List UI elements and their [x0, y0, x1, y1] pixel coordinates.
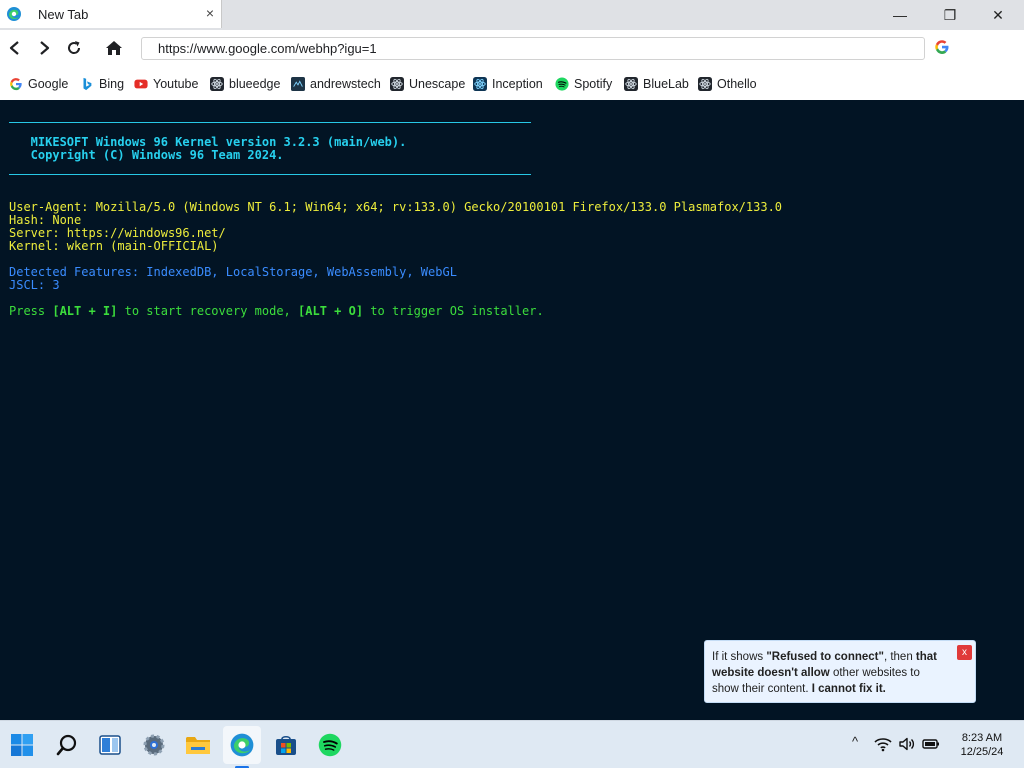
react-icon [698, 77, 712, 91]
bookmarks-bar: Google Bing Youtube blueedge andrewstech [0, 66, 1024, 100]
user-agent-line: User-Agent: Mozilla/5.0 (Windows NT 6.1;… [9, 200, 783, 214]
installer-key-hint: [ALT + O] [298, 304, 364, 318]
clock-date: 12/25/24 [960, 746, 1004, 758]
tab-new-tab[interactable]: New Tab × [0, 0, 222, 28]
taskbar-search-button[interactable] [48, 726, 86, 764]
youtube-icon [134, 79, 148, 89]
url-input[interactable] [142, 38, 924, 59]
bookmark-label: Youtube [153, 77, 199, 91]
boot-prompt-line: Press [ALT + I] to start recovery mode, … [9, 305, 544, 318]
spotify-icon [555, 77, 569, 91]
edge-icon [230, 733, 254, 757]
bookmark-label: Othello [717, 77, 757, 91]
back-icon[interactable] [5, 38, 25, 58]
taskbar-settings[interactable] [135, 726, 173, 764]
taskbar-spotify[interactable] [311, 726, 349, 764]
bookmark-google[interactable]: Google [9, 76, 68, 92]
spotify-icon [318, 733, 342, 757]
react-icon [473, 77, 487, 91]
show-hidden-icons-button[interactable]: ^ [846, 734, 864, 752]
bookmark-othello[interactable]: Othello [698, 76, 757, 92]
bookmark-spotify[interactable]: Spotify [555, 76, 612, 92]
home-icon[interactable] [104, 38, 124, 58]
title-bar: New Tab × — ❐ ✕ [0, 0, 1024, 30]
bookmark-unescape[interactable]: Unescape [390, 76, 465, 92]
tab-close-button[interactable]: × [203, 5, 217, 21]
battery-icon[interactable] [922, 735, 940, 753]
google-search-icon[interactable] [934, 39, 950, 55]
reload-icon[interactable] [64, 38, 84, 58]
page-viewport[interactable]: MIKESOFT Windows 96 Kernel version 3.2.3… [0, 100, 1024, 720]
taskbar-file-explorer[interactable] [179, 726, 217, 764]
bookmark-label: Bing [99, 77, 125, 91]
notice-text: , then [883, 651, 916, 663]
notice-text: If it shows [712, 651, 767, 663]
react-icon [390, 77, 404, 91]
notice-text: I cannot fix it. [811, 683, 886, 695]
taskbar: ^ 8:23 AM 12/25/24 [0, 720, 1024, 768]
kernel-line: Kernel: wkern (main-OFFICIAL) [9, 239, 219, 253]
bing-icon [83, 77, 92, 91]
banner-divider-top [9, 122, 531, 123]
bookmark-bing[interactable]: Bing [80, 76, 124, 92]
address-bar[interactable] [141, 37, 925, 60]
task-view-icon [99, 735, 121, 755]
task-view-button[interactable] [91, 726, 129, 764]
taskbar-edge[interactable] [223, 726, 261, 764]
prompt-text: to start recovery mode, [117, 304, 299, 318]
banner-line-2: Copyright (C) Windows 96 Team 2024. [9, 148, 284, 162]
bookmark-label: andrewstech [310, 77, 381, 91]
bookmark-label: Unescape [409, 77, 466, 91]
close-window-button[interactable]: ✕ [985, 4, 1011, 26]
bookmark-label: BlueLab [643, 77, 689, 91]
folder-icon [186, 737, 210, 754]
wifi-icon[interactable] [874, 735, 892, 753]
features-line: Detected Features: IndexedDB, LocalStora… [9, 265, 457, 279]
recovery-key-hint: [ALT + I] [52, 304, 118, 318]
banner-divider-bottom [9, 174, 531, 175]
taskbar-clock[interactable]: 8:23 AM 12/25/24 [952, 731, 1012, 759]
react-icon [210, 77, 224, 91]
clock-time: 8:23 AM [961, 732, 1003, 744]
taskbar-store[interactable] [267, 726, 305, 764]
andrewstech-icon [291, 77, 305, 91]
notice-close-button[interactable]: x [957, 645, 972, 660]
bookmark-bluelab[interactable]: BlueLab [624, 76, 689, 92]
bookmark-andrewstech[interactable]: andrewstech [291, 76, 381, 92]
bookmark-blueedge[interactable]: blueedge [210, 76, 280, 92]
tab-title: New Tab [38, 7, 89, 22]
jscl-line: JSCL: 3 [9, 278, 60, 292]
google-icon [10, 78, 22, 91]
bookmark-label: Spotify [574, 77, 613, 91]
bookmark-label: Google [28, 77, 69, 91]
notice-text: "Refused to connect" [766, 651, 884, 663]
start-button[interactable] [3, 726, 41, 764]
store-icon [276, 735, 296, 755]
bookmark-youtube[interactable]: Youtube [134, 76, 198, 92]
minimize-button[interactable]: — [887, 4, 913, 26]
search-icon [56, 734, 77, 756]
nav-bar [0, 30, 1024, 66]
volume-icon[interactable] [898, 735, 916, 753]
refused-connection-notice: If it shows "Refused to connect", then t… [704, 640, 976, 703]
react-icon [624, 77, 638, 91]
forward-icon[interactable] [34, 38, 54, 58]
windows-icon [11, 734, 33, 756]
prompt-text: Press [9, 304, 53, 318]
maximize-button[interactable]: ❐ [937, 4, 963, 26]
gear-icon [143, 734, 165, 756]
bookmark-inception[interactable]: Inception [473, 76, 543, 92]
prompt-text: to trigger OS installer. [363, 304, 544, 318]
bookmark-label: blueedge [229, 77, 281, 91]
bookmark-label: Inception [492, 77, 543, 91]
edge-icon [7, 7, 21, 21]
